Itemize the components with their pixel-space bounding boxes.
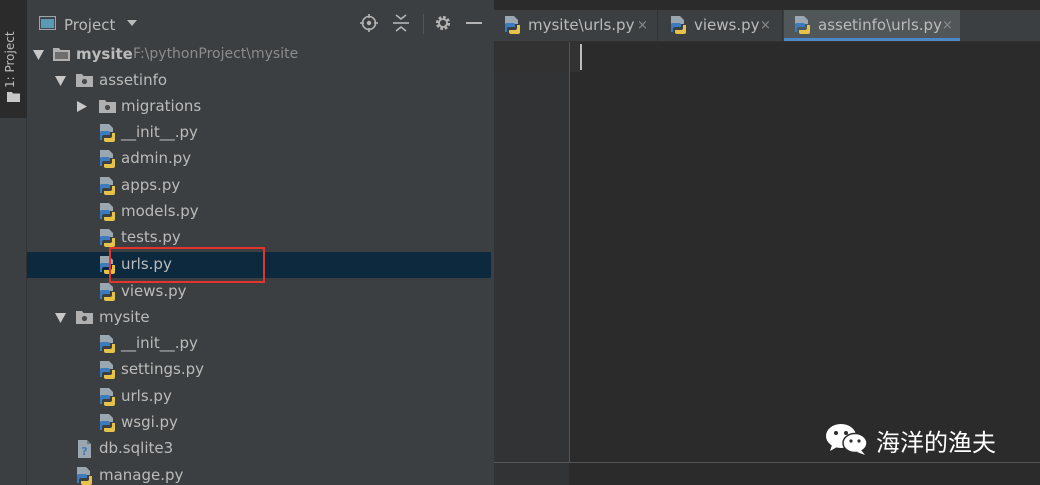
tree-row-file[interactable]: settings.py — [27, 357, 491, 383]
tab-divider — [657, 10, 658, 41]
tree-label: __init__.py — [121, 123, 198, 141]
python-file-icon — [505, 16, 520, 34]
project-path: F:\pythonProject\mysite — [133, 46, 299, 62]
tree-row-file[interactable]: apps.py — [27, 173, 491, 199]
expanded-arrow-icon[interactable] — [33, 50, 44, 60]
view-selector-chevron-down-icon[interactable] — [127, 20, 137, 26]
folder-icon — [7, 92, 20, 102]
tab-views[interactable]: views.py × — [660, 10, 780, 41]
close-tab-icon[interactable]: × — [637, 18, 648, 33]
tree-row-file[interactable]: __init__.py — [27, 120, 491, 146]
svg-text:?: ? — [81, 445, 87, 458]
tree-row-file[interactable]: models.py — [27, 199, 491, 225]
python-file-icon — [77, 467, 92, 485]
python-file-icon — [100, 177, 115, 195]
hide-panel-icon[interactable] — [466, 22, 482, 25]
python-file-icon — [100, 229, 115, 247]
tree-row-assetinfo[interactable]: assetinfo — [27, 68, 491, 94]
package-folder-icon — [76, 74, 93, 87]
editor-area: mysite\urls.py × views.py × assetinfo\ur… — [494, 0, 1040, 485]
text-caret[interactable] — [580, 44, 582, 70]
tab-divider — [782, 10, 783, 41]
collapsed-arrow-icon[interactable] — [77, 101, 87, 112]
tree-row-file[interactable]: manage.py — [27, 463, 491, 485]
python-file-icon — [100, 283, 115, 301]
tree-label: mysite — [99, 308, 150, 326]
tree-label: settings.py — [121, 360, 204, 378]
tool-window-stripe: 1: Project — [0, 0, 27, 485]
header-divider — [423, 14, 424, 34]
project-tool-button[interactable]: 1: Project — [0, 0, 27, 118]
tree-row-mysite-package[interactable]: mysite — [27, 305, 491, 331]
tree-label: models.py — [121, 202, 199, 220]
tree-label: urls.py — [121, 387, 172, 405]
close-tab-icon[interactable]: × — [760, 18, 771, 33]
project-window-icon — [39, 16, 56, 30]
tree-label: wsgi.py — [121, 413, 178, 431]
tree-row-file[interactable]: wsgi.py — [27, 410, 491, 436]
tab-label: views.py — [694, 16, 760, 34]
editor-bottom-divider — [494, 462, 1040, 463]
tree-row-file[interactable]: admin.py — [27, 146, 491, 172]
tree-row-mysite-root[interactable]: mysite F:\pythonProject\mysite — [27, 42, 491, 68]
watermark-text: 海洋的渔夫 — [876, 429, 996, 457]
close-tab-icon[interactable]: × — [942, 18, 953, 33]
tree-row-file[interactable]: urls.py — [27, 384, 491, 410]
editor-gutter — [494, 42, 569, 485]
current-line-highlight — [494, 42, 580, 72]
panel-title[interactable]: Project — [64, 16, 115, 34]
tree-label: manage.py — [99, 466, 184, 484]
folder-icon — [53, 48, 70, 61]
tree-label: assetinfo — [99, 71, 168, 89]
tab-assetinfo-urls[interactable]: assetinfo\urls.py × — [784, 10, 960, 41]
python-file-icon — [795, 16, 810, 34]
editor-tab-bar: mysite\urls.py × views.py × assetinfo\ur… — [494, 10, 1040, 42]
expanded-arrow-icon[interactable] — [55, 76, 66, 86]
tree-label: migrations — [121, 97, 202, 115]
tree-label: apps.py — [121, 176, 181, 194]
project-tool-label: 1: Project — [3, 31, 17, 88]
python-file-icon — [100, 335, 115, 353]
annotation-highlight-box — [109, 247, 265, 283]
project-panel: Project mysite F:\pythonProject\mysite a… — [27, 0, 518, 485]
python-file-icon — [100, 124, 115, 142]
python-file-icon — [671, 16, 686, 34]
project-panel-header: Project — [27, 0, 494, 40]
tree-row-migrations[interactable]: migrations — [27, 94, 491, 120]
tree-row-file[interactable]: __init__.py — [27, 331, 491, 357]
package-folder-icon — [99, 100, 116, 113]
scroll-from-source-icon[interactable] — [360, 14, 378, 32]
python-file-icon — [100, 361, 115, 379]
tree-label: views.py — [121, 282, 187, 300]
tree-label: db.sqlite3 — [99, 439, 174, 457]
package-folder-icon — [76, 311, 93, 324]
tab-label: mysite\urls.py — [528, 16, 635, 34]
wechat-logo-icon — [826, 424, 868, 455]
python-file-icon — [100, 203, 115, 221]
python-file-icon — [100, 388, 115, 406]
tree-label: tests.py — [121, 228, 181, 246]
unknown-file-icon: ? — [78, 440, 91, 458]
gear-icon[interactable] — [434, 14, 452, 32]
expanded-arrow-icon[interactable] — [55, 313, 66, 323]
tree-label: admin.py — [121, 149, 192, 167]
tree-row-database-file[interactable]: ? db.sqlite3 — [27, 436, 491, 462]
collapse-all-icon[interactable] — [393, 14, 409, 32]
gutter-divider — [569, 42, 570, 462]
watermark: 海洋的渔夫 — [824, 422, 996, 457]
python-file-icon — [100, 150, 115, 168]
tab-mysite-urls[interactable]: mysite\urls.py × — [494, 10, 654, 41]
tab-label: assetinfo\urls.py — [818, 16, 942, 34]
tree-label: __init__.py — [121, 334, 198, 352]
python-file-icon — [100, 414, 115, 432]
tree-label: mysite — [76, 45, 133, 63]
